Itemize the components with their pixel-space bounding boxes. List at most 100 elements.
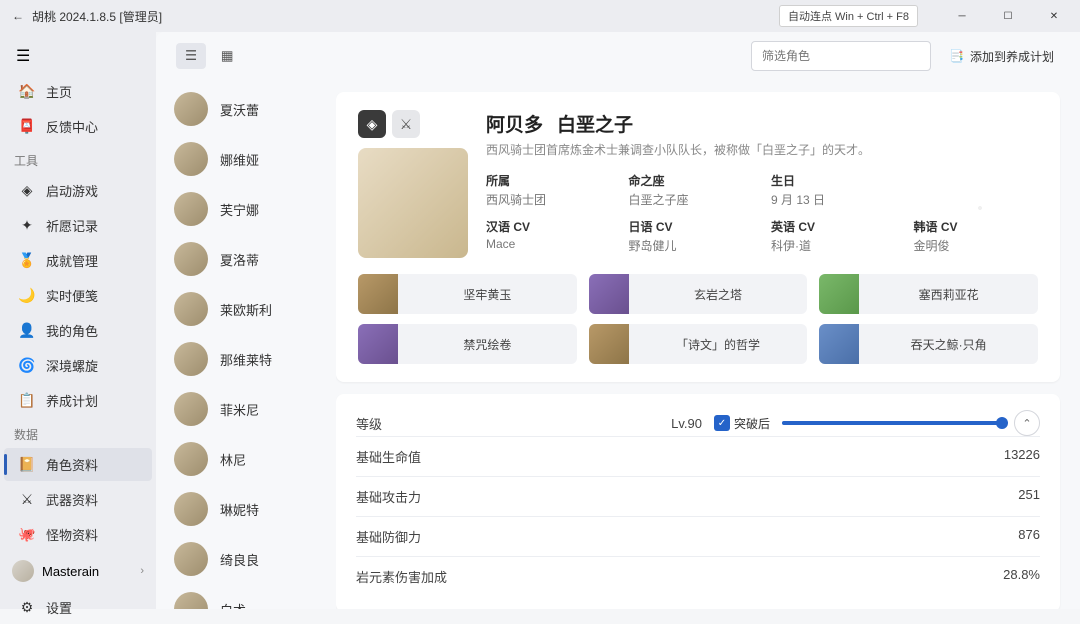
sidebar-item-label: 我的角色 (46, 321, 98, 340)
char-name-label: 芙宁娜 (220, 200, 259, 219)
sidebar-item-label: 实时便笺 (46, 286, 98, 305)
view-list-button[interactable]: ☰ (176, 43, 206, 69)
user-name: Masterain (42, 564, 99, 579)
sidebar-item-label: 养成计划 (46, 391, 98, 410)
character-description: 西风骑士团首席炼金术士兼调查小队队长，被称做「白垩之子」的天才。 (486, 141, 1038, 158)
toolbar: ☰ ▦ 📑 添加到养成计划 (156, 32, 1080, 80)
sidebar-item-label: 成就管理 (46, 251, 98, 270)
material-item[interactable]: 玄岩之塔 (589, 274, 808, 314)
maximize-button[interactable]: ☐ (986, 2, 1030, 30)
sidebar-item-settings[interactable]: ⚙设置 (4, 591, 152, 624)
stat-value: 28.8% (1003, 567, 1040, 586)
stat-label: 基础防御力 (356, 527, 421, 546)
char-avatar-icon (174, 342, 208, 376)
plan-icon: 📋 (18, 392, 36, 410)
list-item[interactable]: 琳妮特 (156, 484, 336, 534)
sidebar-item-feedback[interactable]: 📮 反馈中心 (4, 110, 152, 143)
sidebar-item-monsterdata[interactable]: 🐙怪物资料 (4, 518, 152, 551)
material-icon (358, 324, 398, 364)
char-avatar-icon (174, 492, 208, 526)
titlebar: ← 胡桃 2024.1.8.5 [管理员] 自动连点 Win + Ctrl + … (0, 0, 1080, 32)
window-title: 胡桃 2024.1.8.5 [管理员] (32, 8, 162, 25)
element-icon: ◈ (358, 110, 386, 138)
material-item[interactable]: 塞西莉亚花 (819, 274, 1038, 314)
level-value: Lv.90 (671, 416, 702, 431)
material-item[interactable]: 吞天之鲸·只角 (819, 324, 1038, 364)
material-item[interactable]: 「诗文」的哲学 (589, 324, 808, 364)
add-plan-label: 添加到养成计划 (970, 48, 1054, 65)
info-value: Mace (486, 237, 611, 251)
list-item[interactable]: 芙宁娜 (156, 184, 336, 234)
launch-icon: ◈ (18, 182, 36, 200)
sidebar-item-chardata[interactable]: 📔角色资料 (4, 448, 152, 481)
sidebar-item-label: 深境螺旋 (46, 356, 98, 375)
minimize-button[interactable]: ─ (940, 2, 984, 30)
sidebar-item-home[interactable]: 🏠 主页 (4, 75, 152, 108)
material-label: 塞西莉亚花 (859, 286, 1038, 303)
sidebar-item-label: 怪物资料 (46, 525, 98, 544)
material-item[interactable]: 禁咒绘卷 (358, 324, 577, 364)
stat-value: 876 (1018, 527, 1040, 546)
list-item[interactable]: 娜维娅 (156, 134, 336, 184)
user-avatar-icon (12, 560, 34, 582)
chardata-icon: 📔 (18, 456, 36, 474)
material-item[interactable]: 坚牢黄玉 (358, 274, 577, 314)
menu-icon[interactable]: ☰ (0, 38, 156, 74)
stat-row: 基础防御力 876 (356, 516, 1040, 556)
collapse-button[interactable]: ⌃ (1014, 410, 1040, 436)
sidebar-item-weapondata[interactable]: ⚔ 武器资料 (4, 483, 152, 516)
view-grid-button[interactable]: ▦ (212, 43, 242, 69)
sidebar-item-mychar[interactable]: 👤我的角色 (4, 314, 152, 347)
ascend-checkbox[interactable]: ✓ 突破后 (714, 415, 770, 432)
char-avatar-icon (174, 92, 208, 126)
char-name-label: 白术 (220, 600, 246, 610)
list-item[interactable]: 夏洛蒂 (156, 234, 336, 284)
wish-icon: ✦ (18, 217, 36, 235)
list-item[interactable]: 白术 (156, 584, 336, 609)
weapondata-icon: ⚔ (18, 491, 36, 509)
material-label: 吞天之鲸·只角 (859, 336, 1038, 353)
char-avatar-icon (174, 442, 208, 476)
info-value: 白垩之子座 (629, 191, 754, 208)
character-detail[interactable]: ◈ ⚔ 阿贝多 白垩之子 西风骑士团首席炼金术士兼调查小队队长，被称做「白垩之子… (336, 80, 1080, 609)
material-icon (589, 274, 629, 314)
list-item[interactable]: 菲米尼 (156, 384, 336, 434)
list-item[interactable]: 绮良良 (156, 534, 336, 584)
filter-input[interactable] (751, 41, 931, 71)
sidebar-item-abyss[interactable]: 🌀 深境螺旋 (4, 349, 152, 382)
list-item[interactable]: 莱欧斯利 (156, 284, 336, 334)
ascend-label: 突破后 (734, 415, 770, 432)
abyss-icon: 🌀 (18, 357, 36, 375)
info-value: 9 月 13 日 (771, 191, 896, 208)
info-label: 生日 (771, 172, 896, 189)
material-icon (589, 324, 629, 364)
list-item[interactable]: 那维莱特 (156, 334, 336, 384)
info-value: 西风骑士团 (486, 191, 611, 208)
char-avatar-icon (174, 592, 208, 609)
char-avatar-icon (174, 392, 208, 426)
sidebar-item-achievement[interactable]: 🏅成就管理 (4, 244, 152, 277)
sidebar-item-label: 武器资料 (46, 490, 98, 509)
char-avatar-icon (174, 142, 208, 176)
character-list[interactable]: 夏沃蕾 娜维娅 芙宁娜 夏洛蒂 莱欧斯利 那维莱特 菲米尼 林尼 琳妮特 绮良良… (156, 80, 336, 609)
sidebar-item-wish[interactable]: ✦祈愿记录 (4, 209, 152, 242)
level-slider[interactable] (782, 421, 1002, 425)
sidebar-item-notes[interactable]: 🌙实时便笺 (4, 279, 152, 312)
list-item[interactable]: 夏沃蕾 (156, 84, 336, 134)
info-label: 英语 CV (771, 218, 896, 235)
list-item[interactable]: 林尼 (156, 434, 336, 484)
info-value: 科伊·道 (771, 237, 896, 254)
stat-row: 岩元素伤害加成28.8% (356, 556, 1040, 596)
back-button[interactable]: ← (12, 9, 24, 23)
sidebar-user[interactable]: Masterain › (0, 552, 156, 590)
stat-value: 251 (1018, 487, 1040, 506)
sidebar-item-plan[interactable]: 📋 养成计划 (4, 384, 152, 417)
sidebar-item-launch[interactable]: ◈启动游戏 (4, 174, 152, 207)
settings-icon: ⚙ (18, 599, 36, 617)
close-button[interactable]: ✕ (1032, 2, 1076, 30)
stats-card: 等级 Lv.90 ✓ 突破后 ⌃ 基础生命值13226 基础攻击力251 (336, 394, 1060, 609)
add-to-plan-button[interactable]: 📑 添加到养成计划 (943, 44, 1060, 69)
char-name-label: 夏沃蕾 (220, 100, 259, 119)
stat-value: 13226 (1004, 447, 1040, 466)
material-label: 「诗文」的哲学 (629, 336, 808, 353)
